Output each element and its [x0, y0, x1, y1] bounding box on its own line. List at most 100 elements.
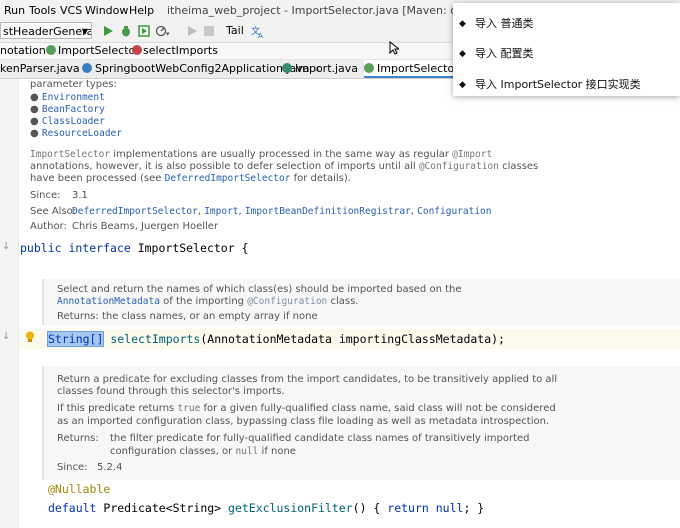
doc-text: for details).: [290, 173, 351, 184]
doc-code: null: [235, 446, 259, 457]
lightbulb-icon[interactable]: [25, 331, 35, 343]
code-selectimports-method[interactable]: String[] selectImports(AnnotationMetadat…: [46, 331, 505, 347]
popup-item-import-regular-class[interactable]: ◆ 导入 普通类: [453, 15, 680, 33]
tab-label: ImportSelector.java: [377, 62, 456, 75]
tab-importselector[interactable]: ImportSelector.java: [364, 60, 456, 78]
popup-item-label: 导入 普通类: [475, 17, 534, 30]
menu-help[interactable]: Help: [129, 4, 154, 17]
code-identifier: ImportSelector {: [137, 241, 249, 255]
doc-text-line: If this predicate returns true for a giv…: [57, 403, 556, 414]
code-selected-type: String[]: [46, 331, 105, 347]
doc-code: true: [177, 403, 201, 414]
mouse-cursor-icon: [389, 41, 399, 55]
doc-text: class.: [327, 296, 359, 307]
editor-gutter[interactable]: [0, 79, 19, 528]
menu-tools[interactable]: Tools: [29, 4, 56, 17]
doc-description-line: have been processed (see DeferredImportS…: [30, 173, 351, 184]
popup-item-label: 导入 配置类: [475, 47, 534, 60]
code-default-method[interactable]: default Predicate<String> getExclusionFi…: [48, 501, 484, 515]
doc-link[interactable]: ImportBeanDefinitionRegistrar: [245, 206, 411, 217]
doc-link[interactable]: Import: [204, 206, 238, 217]
doc-since-label: Since:: [57, 462, 88, 473]
implemented-marker-icon[interactable]: ↓: [2, 241, 10, 252]
doc-returns-text: the filter predicate for fully-qualified…: [110, 433, 530, 444]
code-annotation-text: @Nullable: [48, 482, 111, 496]
tab-label: kenParser.java: [0, 62, 80, 75]
translate-icon[interactable]: 文A: [251, 25, 265, 38]
window-title: itheima_web_project - ImportSelector.jav…: [167, 4, 457, 17]
breadcrumb-item-selectimports[interactable]: selectImports: [143, 44, 218, 57]
tab-import[interactable]: Import.java✕: [282, 60, 370, 78]
doc-link[interactable]: ResourceLoader: [42, 128, 122, 139]
doc-link[interactable]: DeferredImportSelector: [72, 206, 198, 217]
run-config-name: stHeaderGenerator: [3, 25, 91, 38]
diamond-bullet-icon: ◆: [459, 80, 466, 90]
doc-link[interactable]: Configuration: [417, 206, 491, 217]
code-punct: ; }: [463, 501, 485, 515]
annotation-icon: [282, 63, 292, 73]
code-keyword: default: [48, 501, 104, 515]
doc-seealso-label: See Also:: [30, 206, 77, 217]
doc-link[interactable]: ClassLoader: [42, 116, 105, 127]
doc-param-item: ● ClassLoader: [30, 116, 105, 127]
doc-text: for a given fully-qualified class name, …: [200, 403, 556, 414]
doc-link[interactable]: DeferredImportSelector: [165, 173, 291, 184]
doc-param-item: ● BeanFactory: [30, 104, 105, 115]
doc-text-line: AnnotationMetadata of the importing @Con…: [57, 296, 358, 307]
run-icon[interactable]: [102, 25, 114, 37]
menu-vcs[interactable]: VCS: [60, 4, 82, 17]
code-params: (AnnotationMetadata importingClassMetada…: [200, 332, 505, 346]
run-config-select[interactable]: stHeaderGenerator ▼: [0, 22, 92, 39]
tab-label: SpringbootWebConfig2Application.java: [95, 62, 310, 75]
breadcrumb-separator-icon: ›: [38, 44, 43, 57]
profile-icon[interactable]: ▾: [155, 25, 171, 37]
doc-author-value: Chris Beams, Juergen Hoeller: [72, 221, 219, 232]
doc-code: ImportSelector: [30, 149, 111, 160]
tab-tokenparser[interactable]: kenParser.java✕: [0, 60, 91, 78]
doc-since-value: 3.1: [72, 190, 88, 201]
code-method-name: getExclusionFilter: [228, 501, 353, 515]
doc-param-item: ● Environment: [30, 92, 105, 103]
menu-run[interactable]: Run: [4, 4, 25, 17]
popup-menu: ◆ 导入 普通类 ◆ 导入 配置类 ◆ 导入 ImportSelector 接口…: [453, 3, 680, 96]
interface-icon: [364, 63, 374, 73]
doc-returns: Returns: the class names, or an empty ar…: [57, 311, 318, 322]
doc-code: @Import: [452, 149, 493, 160]
resume-icon[interactable]: [186, 25, 198, 37]
doc-text: Select and return the names of which cla…: [57, 284, 462, 295]
doc-text: implementations are usually processed in…: [110, 149, 453, 160]
doc-link[interactable]: AnnotationMetadata: [57, 296, 160, 307]
popup-item-import-config-class[interactable]: ◆ 导入 配置类: [453, 45, 680, 63]
doc-text: annotations, however, it is also possibl…: [30, 161, 419, 172]
implemented-marker-icon[interactable]: ↓: [2, 331, 10, 342]
doc-link[interactable]: Environment: [42, 92, 105, 103]
stop-icon[interactable]: [203, 25, 215, 37]
doc-text: configuration classes, or: [110, 446, 236, 457]
doc-text: if none: [258, 446, 296, 457]
code-interface-declaration[interactable]: public interface ImportSelector {: [20, 241, 248, 255]
popup-item-import-selector-impl[interactable]: ◆ 导入 ImportSelector 接口实现类: [453, 76, 680, 94]
menu-window[interactable]: Window: [85, 4, 128, 17]
popup-item-label: 导入 ImportSelector 接口实现类: [475, 78, 641, 91]
tab-label: Import.java: [295, 62, 359, 75]
tab-springbootwebconfig2application[interactable]: SpringbootWebConfig2Application.java ✕: [82, 60, 321, 78]
code-keyword: return null: [387, 501, 464, 515]
doc-param-item: ● ResourceLoader: [30, 128, 122, 139]
svg-text:▾: ▾: [166, 30, 170, 37]
doc-returns-label: Returns:: [57, 433, 99, 444]
doc-since-value: 5.2.4: [97, 462, 123, 473]
code-type: Predicate<String>: [103, 501, 229, 515]
diamond-bullet-icon: ◆: [459, 49, 466, 59]
class-icon: [82, 63, 92, 73]
debug-icon[interactable]: [120, 25, 132, 37]
code-punct: () {: [352, 501, 388, 515]
doc-text: as an imported configuration class, bypa…: [57, 416, 550, 427]
code-annotation[interactable]: @Nullable: [48, 482, 110, 496]
tail-button[interactable]: Tail: [226, 24, 244, 37]
coverage-icon[interactable]: [138, 25, 150, 37]
doc-author-label: Author:: [30, 221, 67, 232]
doc-link[interactable]: BeanFactory: [42, 104, 105, 115]
doc-code: @Configuration: [418, 161, 499, 172]
code-method-name: selectImports: [110, 332, 201, 346]
code-keyword: public interface: [20, 241, 138, 255]
